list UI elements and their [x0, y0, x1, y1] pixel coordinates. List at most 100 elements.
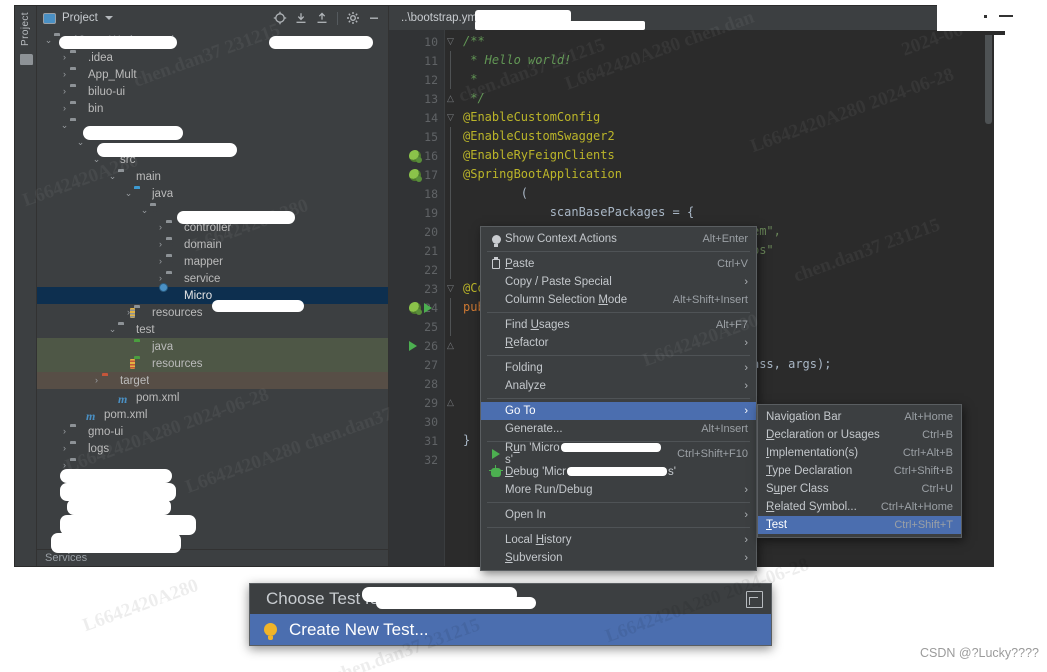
- gutter-line[interactable]: 14: [389, 108, 444, 127]
- chevron-down-icon[interactable]: ⌄: [123, 188, 134, 199]
- fold-marker[interactable]: ▽: [445, 279, 457, 298]
- tree-node[interactable]: m pom.xml: [37, 389, 388, 406]
- context-menu-item[interactable]: Run 'Micros' Ctrl+Shift+F10: [481, 442, 756, 466]
- fold-marker[interactable]: [445, 203, 457, 222]
- create-new-test-item[interactable]: Create New Test...: [250, 614, 771, 645]
- toolwindow-tab-project[interactable]: Project: [20, 12, 31, 46]
- code-line[interactable]: */: [457, 89, 993, 108]
- editor-gutter[interactable]: 10 11 12 13 14 15 16 17 18 19 20 21 22 23 24 25 26 27 28 29…: [389, 30, 445, 566]
- chevron-down-icon[interactable]: ⌄: [75, 137, 86, 148]
- gutter-line[interactable]: 15: [389, 127, 444, 146]
- tree-node[interactable]: ⌄ main: [37, 168, 388, 185]
- tree-node[interactable]: › biluo-ui: [37, 83, 388, 100]
- context-menu-item[interactable]: Show Context Actions Alt+Enter: [481, 230, 756, 248]
- context-menu-item[interactable]: Generate... Alt+Insert: [481, 420, 756, 438]
- fold-marker[interactable]: [445, 298, 457, 317]
- gutter-line[interactable]: 13: [389, 89, 444, 108]
- spring-bean-icon[interactable]: [409, 149, 422, 163]
- code-line[interactable]: /**: [457, 32, 993, 51]
- chevron-down-icon[interactable]: ⌄: [59, 120, 70, 131]
- chevron-right-icon[interactable]: ›: [59, 426, 70, 437]
- context-menu-item[interactable]: Open In ›: [481, 506, 756, 524]
- gutter-line[interactable]: 32: [389, 450, 444, 469]
- gutter-line[interactable]: 26: [389, 336, 444, 355]
- locate-icon[interactable]: [270, 8, 290, 28]
- fold-marker[interactable]: [445, 450, 457, 469]
- context-menu-item[interactable]: Analyze ›: [481, 377, 756, 395]
- fold-marker[interactable]: [445, 51, 457, 70]
- submenu-item[interactable]: Implementation(s) Ctrl+Alt+B: [758, 444, 961, 462]
- context-menu-item[interactable]: Go To ›: [481, 402, 756, 420]
- chevron-down-icon[interactable]: ⌄: [107, 171, 118, 182]
- chevron-right-icon[interactable]: ›: [59, 69, 70, 80]
- chevron-right-icon[interactable]: ›: [155, 222, 166, 233]
- tree-node[interactable]: ⌄ java: [37, 185, 388, 202]
- code-line[interactable]: @EnableCustomSwagger2: [457, 127, 993, 146]
- code-line[interactable]: * Hello world!: [457, 51, 993, 70]
- gutter-line[interactable]: 11: [389, 51, 444, 70]
- gutter-line[interactable]: 10: [389, 32, 444, 51]
- tree-node[interactable]: › target: [37, 372, 388, 389]
- gutter-line[interactable]: 25: [389, 317, 444, 336]
- gutter-line[interactable]: 16: [389, 146, 444, 165]
- submenu-item[interactable]: Declaration or Usages Ctrl+B: [758, 426, 961, 444]
- tree-node[interactable]: › .idea: [37, 49, 388, 66]
- code-line[interactable]: @EnableRyFeignClients: [457, 146, 993, 165]
- fold-marker[interactable]: [445, 146, 457, 165]
- tree-node[interactable]: ⌄ test: [37, 321, 388, 338]
- fold-marker[interactable]: [445, 70, 457, 89]
- run-icon[interactable]: [409, 340, 417, 351]
- gutter-line[interactable]: 21: [389, 241, 444, 260]
- fold-marker[interactable]: △: [445, 89, 457, 108]
- gutter-line[interactable]: 18: [389, 184, 444, 203]
- fold-marker[interactable]: [445, 241, 457, 260]
- chevron-right-icon[interactable]: ›: [59, 103, 70, 114]
- minimize-dot-icon[interactable]: [984, 15, 987, 18]
- fold-marker[interactable]: [445, 127, 457, 146]
- spring-bean-icon[interactable]: [409, 168, 422, 182]
- tree-node[interactable]: resources: [37, 355, 388, 372]
- tree-node[interactable]: java: [37, 338, 388, 355]
- scrollbar-thumb[interactable]: [985, 32, 992, 124]
- context-menu-item[interactable]: Copy / Paste Special ›: [481, 273, 756, 291]
- context-menu-item[interactable]: More Run/Debug ›: [481, 481, 756, 499]
- tree-node[interactable]: › domain: [37, 236, 388, 253]
- chevron-right-icon[interactable]: ›: [59, 443, 70, 454]
- minimize-icon[interactable]: [364, 8, 384, 28]
- gutter-line[interactable]: 24: [389, 298, 444, 317]
- chevron-down-icon[interactable]: [104, 16, 113, 20]
- fold-marker[interactable]: △: [445, 393, 457, 412]
- chevron-down-icon[interactable]: ⌄: [139, 205, 150, 216]
- chevron-right-icon[interactable]: ›: [155, 256, 166, 267]
- tree-node[interactable]: › bin: [37, 100, 388, 117]
- goto-submenu[interactable]: Navigation Bar Alt+Home Declaration or Usa…: [757, 404, 962, 538]
- context-menu-item[interactable]: Folding ›: [481, 359, 756, 377]
- tree-node[interactable]: › service: [37, 270, 388, 287]
- submenu-item[interactable]: Type Declaration Ctrl+Shift+B: [758, 462, 961, 480]
- fold-marker[interactable]: △: [445, 336, 457, 355]
- fold-marker[interactable]: [445, 355, 457, 374]
- chevron-right-icon[interactable]: ›: [59, 52, 70, 63]
- context-menu-item[interactable]: Paste Ctrl+V: [481, 255, 756, 273]
- expand-all-icon[interactable]: [291, 8, 311, 28]
- fold-marker[interactable]: [445, 222, 457, 241]
- code-line[interactable]: scanBasePackages = {: [457, 203, 993, 222]
- editor-fold-column[interactable]: ▽ △ ▽ ▽ △ △: [445, 30, 457, 566]
- fold-marker[interactable]: ▽: [445, 32, 457, 51]
- fold-marker[interactable]: [445, 165, 457, 184]
- fold-marker[interactable]: [445, 374, 457, 393]
- maximize-dash-icon[interactable]: [999, 15, 1013, 17]
- submenu-item[interactable]: Test Ctrl+Shift+T: [758, 516, 961, 534]
- fold-marker[interactable]: [445, 431, 457, 450]
- editor-context-menu[interactable]: Show Context Actions Alt+Enter Paste Ctrl+V…: [480, 226, 757, 571]
- chevron-right-icon[interactable]: ›: [155, 239, 166, 250]
- run-icon[interactable]: [424, 302, 432, 313]
- tree-node[interactable]: › gmo-ui: [37, 423, 388, 440]
- gutter-line[interactable]: 31: [389, 431, 444, 450]
- context-menu-item[interactable]: Refactor ›: [481, 334, 756, 352]
- code-line[interactable]: @EnableCustomConfig: [457, 108, 993, 127]
- dock-window-icon[interactable]: [746, 590, 763, 608]
- gutter-line[interactable]: 23: [389, 279, 444, 298]
- code-line[interactable]: (: [457, 184, 993, 203]
- fold-marker[interactable]: [445, 317, 457, 336]
